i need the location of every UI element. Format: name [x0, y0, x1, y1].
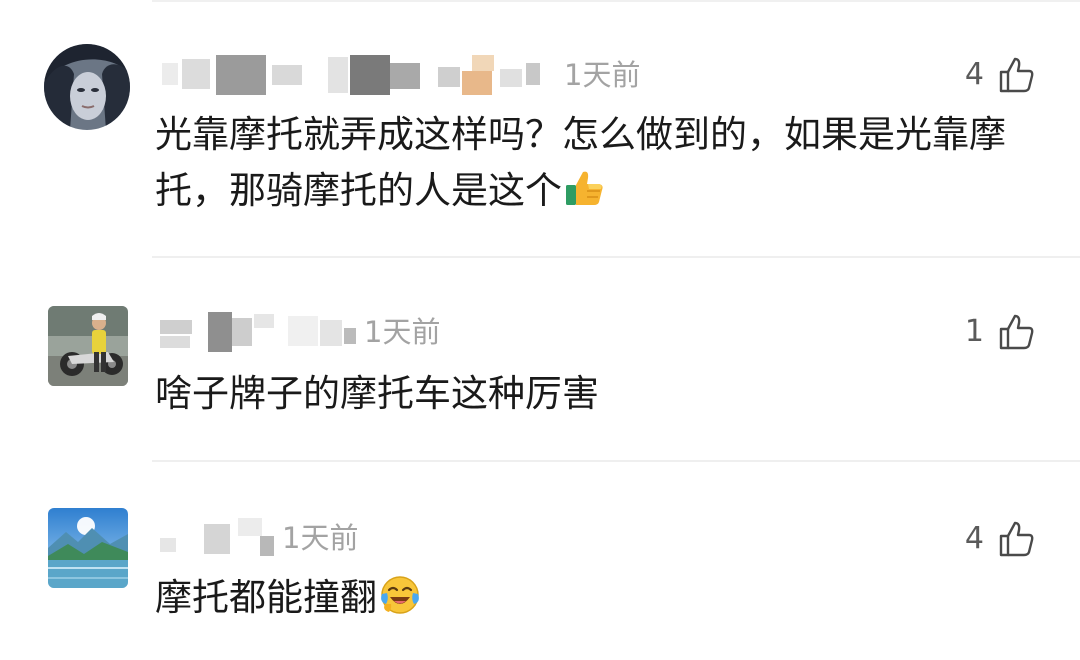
thumbs-up-icon: [999, 57, 1034, 93]
avatar[interactable]: [44, 44, 130, 130]
like-button[interactable]: 4: [965, 517, 1034, 561]
laughing-crying-emoji-icon: [381, 576, 419, 614]
username-mosaic[interactable]: [160, 518, 280, 558]
like-count: 4: [964, 57, 984, 92]
like-count: 1: [964, 314, 984, 349]
thumbs-up-emoji-icon: [566, 171, 603, 205]
like-count: 4: [964, 521, 984, 556]
like-button[interactable]: 4: [965, 53, 1034, 97]
comment-body: 啥子牌子的摩托车这种厉害: [155, 372, 599, 415]
like-button[interactable]: 1: [965, 310, 1034, 354]
timestamp: 1天前: [364, 315, 441, 349]
comment-text: 光靠摩托就弄成这样吗？怎么做到的，如果是光靠摩托，那骑摩托的人是这个: [155, 107, 1055, 219]
thumbs-up-icon: [999, 521, 1034, 557]
avatar[interactable]: [48, 508, 128, 588]
avatar[interactable]: [48, 306, 128, 386]
username-mosaic[interactable]: [160, 312, 360, 352]
timestamp: 1天前: [282, 521, 359, 555]
comment-item: 1天前 4 光靠摩托就弄成这样吗？怎么做到的，如果是光靠摩托，那骑摩托的人是这个: [0, 0, 1080, 258]
thumbs-up-icon: [999, 314, 1034, 350]
username-mosaic[interactable]: [160, 55, 560, 95]
comment-item: 1天前 1 啥子牌子的摩托车这种厉害: [0, 258, 1080, 462]
timestamp: 1天前: [564, 58, 641, 92]
comment-body: 摩托都能撞翻: [155, 576, 377, 619]
comment-item: 1天前 4 摩托都能撞翻: [0, 462, 1080, 660]
comment-text: 摩托都能撞翻: [155, 570, 1055, 626]
comment-text: 啥子牌子的摩托车这种厉害: [155, 366, 1055, 422]
